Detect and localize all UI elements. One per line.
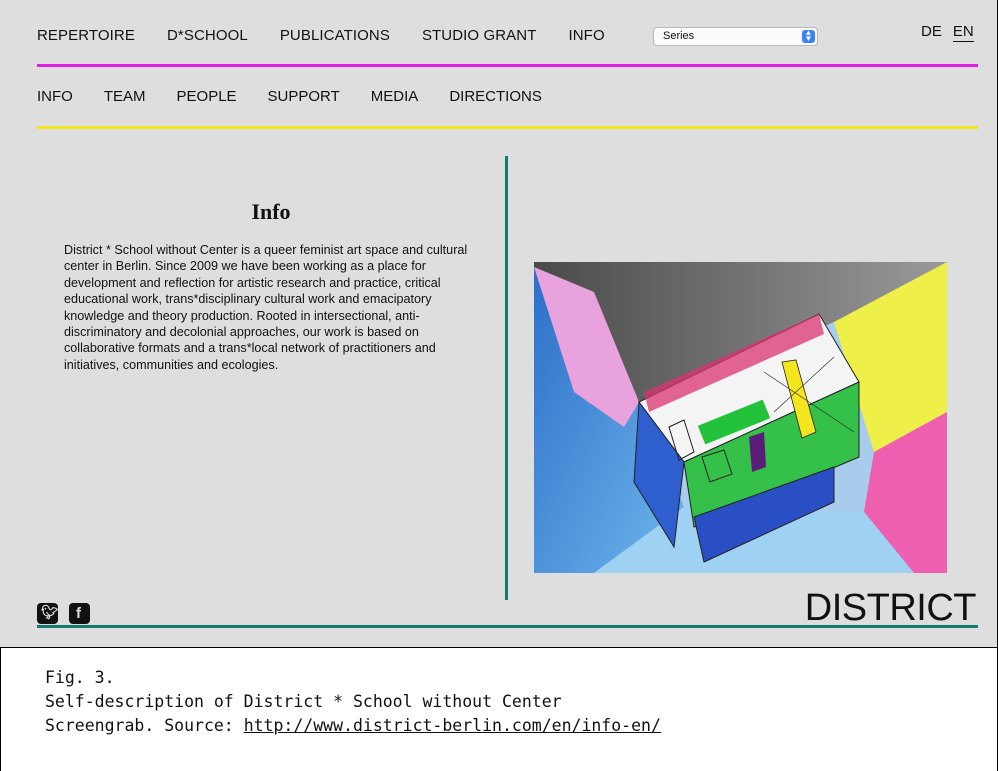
teal-divider [37, 625, 978, 628]
social-links: 🐦︎ f [37, 603, 101, 624]
magenta-divider [37, 64, 978, 67]
figure-caption: Fig. 3. Self-description of District * S… [0, 648, 998, 771]
nav-studio-grant[interactable]: STUDIO GRANT [422, 27, 537, 44]
nav-dschool[interactable]: D*SCHOOL [167, 27, 248, 44]
caption-source: Screengrab. Source: http://www.district-… [45, 714, 997, 738]
select-arrows-icon: ▲ ▼ [802, 29, 815, 43]
artwork-image [534, 262, 947, 573]
subnav-directions[interactable]: DIRECTIONS [449, 88, 542, 105]
subnav-media[interactable]: MEDIA [371, 88, 419, 105]
district-logo[interactable]: DISTRICT [805, 587, 977, 630]
page-title: Info [251, 199, 291, 224]
lang-en[interactable]: EN [952, 23, 974, 42]
language-switcher: DE EN [921, 23, 985, 42]
caption-source-link[interactable]: http://www.district-berlin.com/en/info-e… [244, 716, 661, 735]
nav-info[interactable]: INFO [568, 27, 604, 44]
sub-nav: INFO TEAM PEOPLE SUPPORT MEDIA DIRECTION… [37, 88, 573, 105]
yellow-divider [37, 126, 978, 129]
facebook-icon[interactable]: f [69, 603, 90, 624]
nav-publications[interactable]: PUBLICATIONS [280, 27, 390, 44]
twitter-icon[interactable]: 🐦︎ [37, 603, 59, 624]
subnav-info[interactable]: INFO [37, 88, 73, 105]
caption-source-prefix: Screengrab. Source: [45, 716, 244, 735]
subnav-support[interactable]: SUPPORT [268, 88, 340, 105]
caption-description: Self-description of District * School wi… [45, 692, 562, 711]
nav-repertoire[interactable]: REPERTOIRE [37, 27, 135, 44]
series-select-value: Series [663, 30, 695, 42]
website-frame: REPERTOIRE D*SCHOOL PUBLICATIONS STUDIO … [0, 0, 998, 648]
subnav-people[interactable]: PEOPLE [177, 88, 237, 105]
subnav-team[interactable]: TEAM [104, 88, 146, 105]
info-paragraph: District * School without Center is a qu… [64, 243, 468, 372]
lang-de[interactable]: DE [921, 23, 942, 42]
top-nav: REPERTOIRE D*SCHOOL PUBLICATIONS STUDIO … [37, 24, 637, 46]
caption-figure-number: Fig. 3. [45, 668, 115, 687]
series-select[interactable]: Series ▲ ▼ [653, 27, 818, 46]
